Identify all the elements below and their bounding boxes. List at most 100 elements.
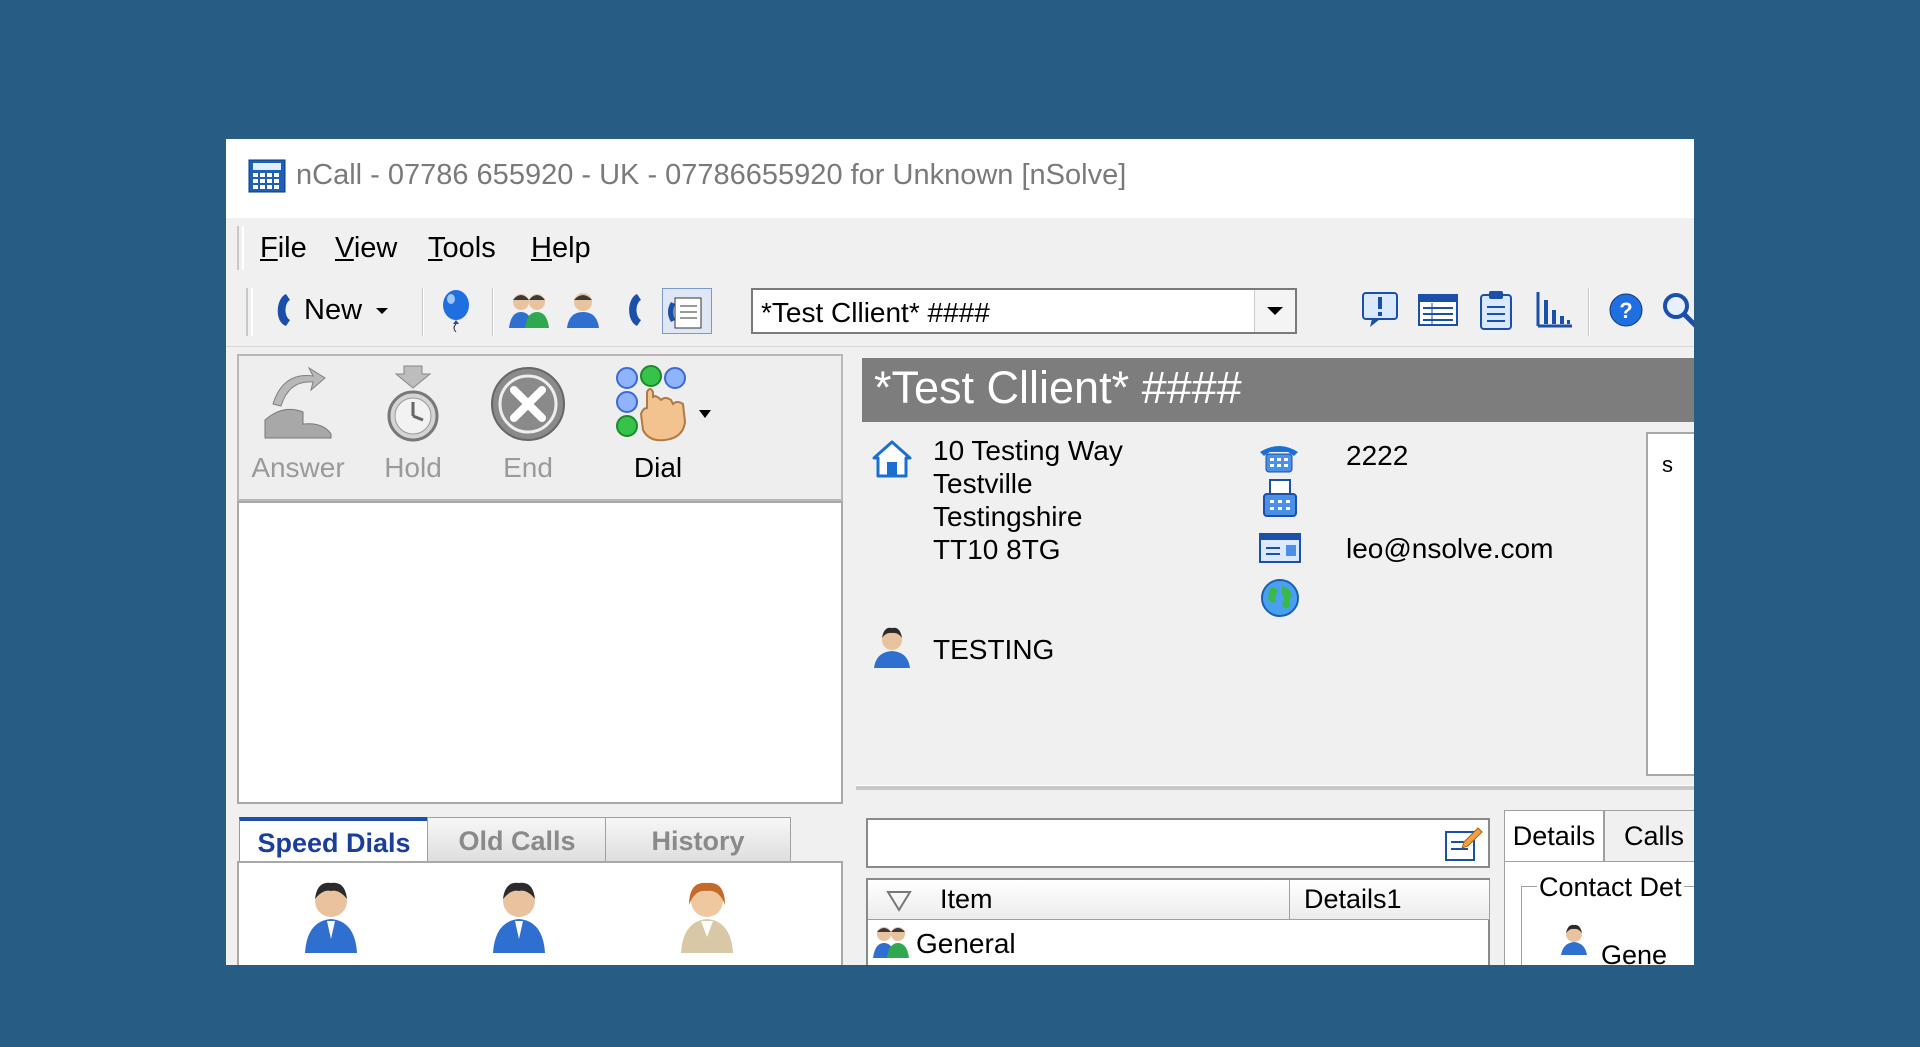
end-button[interactable]: End [473,364,583,494]
chevron-down-icon [1267,307,1283,315]
call-controls-panel: Answer Hold End Dial [237,354,843,501]
client-phone[interactable]: 2222 [1346,440,1408,472]
answer-label: Answer [251,452,345,483]
users-icon [873,927,909,958]
table-row[interactable]: General [868,920,1488,962]
speed-dial-contact-icon[interactable] [487,879,551,955]
address-line: TT10 8TG [933,534,1061,565]
title-bar: nCall - 07786 655920 - UK - 07786655920 … [226,139,1694,218]
hold-button[interactable]: Hold [358,364,468,494]
answer-phone-icon [264,366,332,439]
client-contact[interactable]: TESTING [933,634,1054,666]
tab-speed-dials[interactable]: Speed Dials [239,817,429,865]
phonebook-icon [668,297,702,329]
call-list-box[interactable] [237,501,843,804]
new-label: New [304,293,363,326]
menu-view[interactable]: View [335,232,397,265]
column-header-item[interactable]: Item [868,880,1290,920]
menu-file[interactable]: File [260,232,307,265]
alert-icon [1362,292,1398,327]
tab-old-calls[interactable]: Old Calls [427,817,607,865]
help-button[interactable]: ? [1604,288,1648,332]
notes-text: s [1662,452,1673,477]
globe-icon [1261,579,1299,617]
ncall-window: nCall - 07786 655920 - UK - 07786655920 … [226,139,1694,965]
details-panel: Contact Det Gene [1504,861,1694,965]
client-panel: *Test Cllient* #### 10 Testing Way Testv… [856,354,1694,965]
call-button[interactable] [616,288,650,332]
svg-text:?: ? [1619,298,1632,323]
dial-button[interactable]: Dial [603,364,733,494]
client-notes[interactable]: s [1646,432,1694,776]
contact-person-icon [874,627,910,668]
item-search-input[interactable] [866,818,1490,868]
contact-button[interactable] [560,288,606,332]
users-icon [509,294,549,328]
window-title: nCall - 07786 655920 - UK - 07786655920 … [296,159,1127,191]
help-icon: ? [1609,293,1643,327]
general-label[interactable]: Gene [1601,940,1667,965]
menu-bar: File View Tools Help [226,218,1694,278]
column-header-details1[interactable]: Details1 [1290,880,1490,920]
list-view-button[interactable] [1416,288,1460,332]
chevron-down-icon [376,308,389,314]
client-address: 10 Testing Way Testville Testingshire TT… [933,434,1123,566]
toolbar-grip[interactable] [246,288,253,336]
fax-icon [1263,479,1297,517]
contact-person-icon [1561,924,1587,955]
address-line: Testville [933,468,1033,499]
client-email[interactable]: leo@nsolve.com [1346,533,1553,565]
home-icon [872,440,912,478]
alert-button[interactable] [1358,288,1402,332]
client-combo-value: *Test Cllient* #### [761,297,990,328]
end-call-icon [491,367,565,441]
address-line: 10 Testing Way [933,435,1123,466]
stopwatch-icon [387,365,439,442]
row-item-label: General [916,928,1016,959]
sort-filter-icon [886,890,912,912]
balloon-icon [443,290,469,332]
client-title: *Test Cllient* #### [874,362,1242,413]
phone-icon [629,294,641,326]
clipboard-icon [1480,291,1512,330]
menu-tools[interactable]: Tools [428,232,496,265]
phonebook-button[interactable] [662,288,712,334]
menu-help[interactable]: Help [531,232,591,265]
hold-label: Hold [384,452,442,483]
client-header: *Test Cllient* #### [862,358,1694,422]
menu-grip[interactable] [237,226,244,270]
toolbar: New *Test Cllient* #### ? [226,278,1694,347]
answer-button[interactable]: Answer [243,364,353,494]
telephone-icon [1260,446,1298,473]
contact-details-title: Contact Det [1537,872,1684,903]
items-grid: Item Details1 General [866,878,1490,965]
calculator-app-icon [248,159,286,193]
speed-dials-panel [237,861,843,965]
dial-label: Dial [633,452,683,483]
clipboard-button[interactable] [1474,288,1518,332]
details-tabs: Details Calls [1504,810,1694,862]
new-button[interactable]: New [268,288,398,332]
tab-calls[interactable]: Calls [1604,810,1694,862]
speed-dial-contact-icon[interactable] [675,879,739,955]
edit-note-icon[interactable] [1442,822,1484,864]
dial-pad-icon [616,365,711,442]
left-tabs: Speed Dials Old Calls History [237,811,843,867]
client-combo-dropdown[interactable] [1254,290,1295,332]
search-icon [1663,293,1694,328]
tab-history[interactable]: History [605,817,791,865]
end-label: End [503,452,553,483]
phone-icon [277,294,290,326]
tab-details[interactable]: Details [1504,810,1604,862]
user-icon [567,293,599,328]
contacts-group-button[interactable] [506,288,552,332]
address-line: Testingshire [933,501,1083,532]
report-button[interactable] [1532,288,1576,332]
bar-chart-icon [1536,292,1572,328]
search-button[interactable] [1658,288,1694,332]
client-combo[interactable]: *Test Cllient* #### [751,288,1297,334]
speed-dial-contact-icon[interactable] [299,879,363,955]
panel-splitter[interactable] [856,785,1694,790]
list-view-icon [1418,294,1458,326]
balloon-button[interactable] [434,288,478,332]
